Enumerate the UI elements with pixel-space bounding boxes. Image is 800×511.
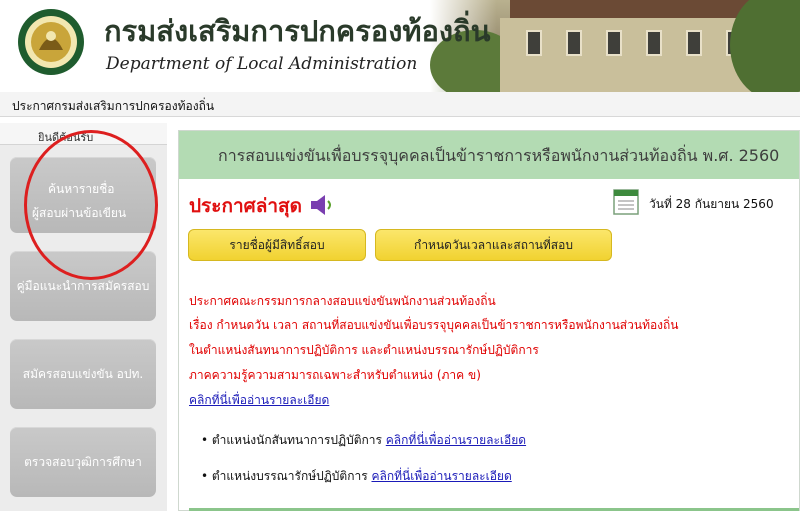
department-seal-logo[interactable] [8,6,94,78]
apply-exam-label: สมัครสอบแข่งขัน อปท. [22,367,144,381]
announcement-line: ภาคความรู้ความสามารถเฉพาะสำหรับตำแหน่ง (… [189,368,481,382]
position-item: • ตำแหน่งนักสันทนาการปฏิบัติการ คลิกที่น… [201,431,526,450]
read-details-link[interactable]: คลิกที่นี่เพื่ออ่านรายละเอียด [189,393,329,407]
apply-exam-button[interactable]: สมัครสอบแข่งขัน อปท. [10,339,156,409]
check-qualification-label: ตรวจสอบวุฒิการศึกษา [24,455,142,469]
announcement-date: วันที่ 28 กันยายน 2560 [649,197,774,211]
announcement-bar-text: ประกาศกรมส่งเสริมการปกครองท้องถิ่น [12,99,215,113]
site-title-thai: กรมส่งเสริมการปกครองท้องถิ่น [104,14,491,48]
calendar-icon [613,189,639,215]
announcement-line: ประกาศคณะกรรมการกลางสอบแข่งขันพนักงานส่ว… [189,294,496,308]
main-content: การสอบแข่งขันเพื่อบรรจุบุคคลเป็นข้าราชกา… [178,130,800,511]
announcement-bar: ประกาศกรมส่งเสริมการปกครองท้องถิ่น [0,92,800,117]
announcement-line: เรื่อง กำหนดวัน เวลา สถานที่สอบแข่งขันเพ… [189,318,679,332]
check-qualification-button[interactable]: ตรวจสอบวุฒิการศึกษา [10,427,156,497]
site-header: กรมส่งเสริมการปกครองท้องถิ่น Department … [0,0,800,92]
latest-announcement-title: ประกาศล่าสุด [189,195,302,217]
page: กรมส่งเสริมการปกครองท้องถิ่น Department … [0,0,800,511]
position-item: • ตำแหน่งบรรณารักษ์ปฏิบัติการ คลิกที่นี่… [201,467,512,486]
position-item-text: • ตำแหน่งบรรณารักษ์ปฏิบัติการ [201,469,372,483]
position-recreation-details-link[interactable]: คลิกที่นี่เพื่ออ่านรายละเอียด [386,433,526,447]
announcement-line: ในตำแหน่งสันทนาการปฏิบัติการ และตำแหน่งบ… [189,343,539,357]
details-link-wrapper: คลิกที่นี่เพื่ออ่านรายละเอียด [189,391,329,410]
speaker-icon [311,195,331,215]
position-item-text: • ตำแหน่งนักสันทนาการปฏิบัติการ [201,433,386,447]
position-librarian-details-link[interactable]: คลิกที่นี่เพื่ออ่านรายละเอียด [371,469,511,483]
exam-schedule-button[interactable]: กำหนดวันเวลาและสถานที่สอบ [375,229,612,261]
exam-heading-bar: การสอบแข่งขันเพื่อบรรจุบุคคลเป็นข้าราชกา… [179,131,799,179]
site-title-english: Department of Local Administration [106,54,418,74]
eligible-candidates-button[interactable]: รายชื่อผู้มีสิทธิ์สอบ [188,229,366,261]
red-highlight-circle [24,130,158,280]
exam-heading: การสอบแข่งขันเพื่อบรรจุบุคคลเป็นข้าราชกา… [218,146,780,165]
